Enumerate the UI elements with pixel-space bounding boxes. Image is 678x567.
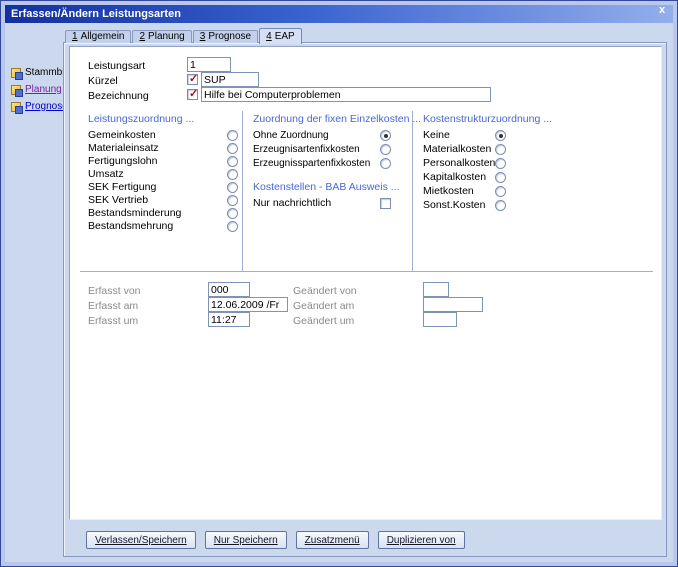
- option-sonst-kosten: Sonst.Kosten: [423, 199, 506, 211]
- radio-sek-vertrieb[interactable]: [227, 195, 238, 206]
- tab-page-eap: Leistungsart Kürzel Bezeichnung Leistung…: [63, 42, 667, 557]
- option-ohne-zuordnung: Ohne Zuordnung: [253, 129, 391, 141]
- leistungsart-input[interactable]: [187, 57, 231, 72]
- dialog-window: Erfassen/Ändern Leistungsarten x Stammbl…: [0, 0, 678, 567]
- tab-planung[interactable]: 2Planung: [132, 30, 191, 43]
- erfasst-von-input[interactable]: [208, 282, 250, 297]
- option-erzeugnisspartenfixkosten: Erzeugnisspartenfixkosten: [253, 157, 391, 169]
- radio-keine[interactable]: [495, 130, 506, 141]
- tab-allgemein[interactable]: 1Allgemein: [65, 30, 131, 43]
- section-separator: [80, 271, 653, 273]
- geaendert-um-input[interactable]: [423, 312, 457, 327]
- sidebar-label-prognose: Prognose: [25, 101, 68, 112]
- tab-hotkey: 4: [266, 31, 272, 42]
- radio-gemeinkosten[interactable]: [227, 130, 238, 141]
- option-fertigungslohn: Fertigungslohn: [88, 155, 238, 167]
- radio-materialkosten[interactable]: [495, 144, 506, 155]
- option-erzeugnisartenfixkosten: Erzeugnisartenfixkosten: [253, 143, 391, 155]
- button-row: Verlassen/Speichern Nur Speichern Zusatz…: [86, 531, 465, 549]
- sidebar-item-planung[interactable]: Planung: [11, 84, 63, 95]
- tab-hotkey: 3: [200, 31, 206, 42]
- radio-umsatz[interactable]: [227, 169, 238, 180]
- radio-erzeugnisartenfixkosten[interactable]: [380, 144, 391, 155]
- erfasst-um-label: Erfasst um: [88, 315, 138, 327]
- geaendert-am-input[interactable]: [423, 297, 483, 312]
- planung-icon: [11, 85, 21, 95]
- close-icon[interactable]: x: [655, 3, 669, 17]
- erfasst-am-input[interactable]: [208, 297, 288, 312]
- option-gemeinkosten: Gemeinkosten: [88, 129, 238, 141]
- option-personalkosten: Personalkosten: [423, 157, 506, 169]
- radio-materialeinsatz[interactable]: [227, 143, 238, 154]
- erfasst-von-label: Erfasst von: [88, 285, 141, 297]
- prognose-icon: [11, 102, 21, 112]
- duplizieren-von-button[interactable]: Duplizieren von: [378, 531, 465, 549]
- radio-sek-fertigung[interactable]: [227, 182, 238, 193]
- option-bestandsminderung: Bestandsminderung: [88, 207, 238, 219]
- tab-eap[interactable]: 4EAP: [259, 28, 302, 44]
- bezeichnung-checkbox[interactable]: [187, 89, 198, 100]
- column-separator: [412, 111, 414, 271]
- sidebar-item-prognose[interactable]: Prognose: [11, 101, 63, 112]
- option-nur-nachrichtlich: Nur nachrichtlich: [253, 197, 391, 209]
- geaendert-am-label: Geändert am: [293, 300, 354, 312]
- option-mietkosten: Mietkosten: [423, 185, 506, 197]
- sidebar-label-planung: Planung: [25, 84, 62, 95]
- radio-kapitalkosten[interactable]: [495, 172, 506, 183]
- option-materialeinsatz: Materialeinsatz: [88, 142, 238, 154]
- radio-sonst-kosten[interactable]: [495, 200, 506, 211]
- option-keine: Keine: [423, 129, 506, 141]
- nur-nachrichtlich-checkbox[interactable]: [380, 198, 391, 209]
- option-materialkosten: Materialkosten: [423, 143, 506, 155]
- tab-hotkey: 2: [139, 31, 145, 42]
- window-title: Erfassen/Ändern Leistungsarten: [11, 8, 181, 20]
- radio-mietkosten[interactable]: [495, 186, 506, 197]
- bezeichnung-input[interactable]: [201, 87, 491, 102]
- leistungsart-label: Leistungsart: [88, 60, 145, 72]
- erfasst-am-label: Erfasst am: [88, 300, 138, 312]
- title-bar[interactable]: Erfassen/Ändern Leistungsarten: [5, 5, 673, 23]
- fixkosten-header: Zuordnung der fixen Einzelkosten ...: [253, 113, 421, 125]
- form-panel: Leistungsart Kürzel Bezeichnung Leistung…: [69, 46, 662, 520]
- geaendert-von-label: Geändert von: [293, 285, 357, 297]
- kostenstruktur-header: Kostenstrukturzuordnung ...: [423, 113, 552, 125]
- kuerzel-label: Kürzel: [88, 75, 118, 87]
- radio-personalkosten[interactable]: [495, 158, 506, 169]
- radio-fertigungslohn[interactable]: [227, 156, 238, 167]
- tab-hotkey: 1: [72, 31, 78, 42]
- sidebar: Stammblatt Planung Prognose: [11, 67, 63, 118]
- radio-erzeugnisspartenfixkosten[interactable]: [380, 158, 391, 169]
- option-sek-fertigung: SEK Fertigung: [88, 181, 238, 193]
- sidebar-item-stammblatt[interactable]: Stammblatt: [11, 67, 63, 78]
- geaendert-um-label: Geändert um: [293, 315, 354, 327]
- radio-bestandsminderung[interactable]: [227, 208, 238, 219]
- stammblatt-icon: [11, 68, 21, 78]
- geaendert-von-input[interactable]: [423, 282, 449, 297]
- kuerzel-checkbox[interactable]: [187, 74, 198, 85]
- option-sek-vertrieb: SEK Vertrieb: [88, 194, 238, 206]
- kuerzel-input[interactable]: [201, 72, 259, 87]
- verlassen-speichern-button[interactable]: Verlassen/Speichern: [86, 531, 196, 549]
- tab-strip: 1Allgemein 2Planung 3Prognose 4EAP: [65, 28, 303, 43]
- bezeichnung-label: Bezeichnung: [88, 90, 149, 102]
- radio-ohne-zuordnung[interactable]: [380, 130, 391, 141]
- column-separator: [242, 111, 244, 271]
- option-umsatz: Umsatz: [88, 168, 238, 180]
- option-bestandsmehrung: Bestandsmehrung: [88, 220, 238, 232]
- tab-prognose[interactable]: 3Prognose: [193, 30, 258, 43]
- option-kapitalkosten: Kapitalkosten: [423, 171, 506, 183]
- nur-speichern-button[interactable]: Nur Speichern: [205, 531, 287, 549]
- erfasst-um-input[interactable]: [208, 312, 250, 327]
- radio-bestandsmehrung[interactable]: [227, 221, 238, 232]
- leistungszuordnung-header: Leistungszuordnung ...: [88, 113, 194, 125]
- zusatzmenue-button[interactable]: Zusatzmenü: [296, 531, 369, 549]
- bab-header: Kostenstellen - BAB Ausweis ...: [253, 181, 400, 193]
